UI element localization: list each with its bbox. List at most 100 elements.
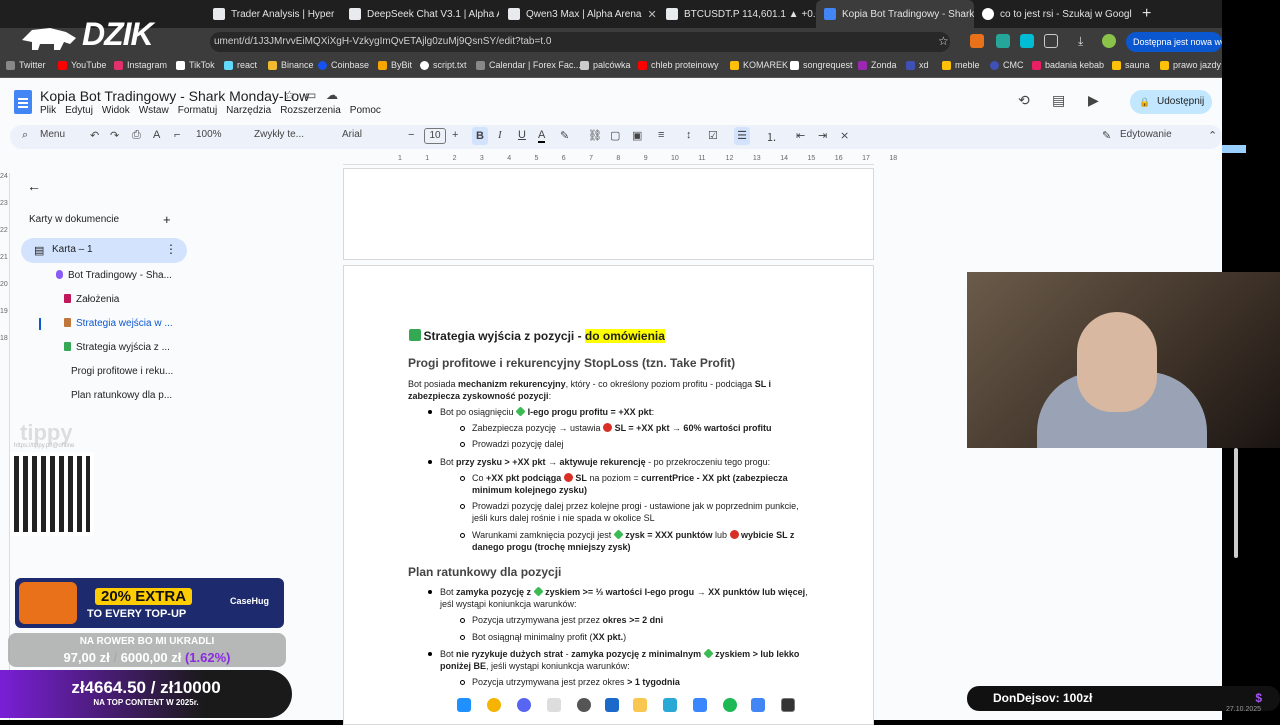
close-tab-icon[interactable]: ✕	[647, 8, 656, 21]
horizontal-ruler[interactable]: 1 1 2 3 4 5 6 7 8 9 10 11 12 13 14 15 16 17 18	[343, 155, 897, 165]
line-spacing-icon[interactable]: ↕	[686, 129, 692, 141]
collapse-toolbar-icon[interactable]: ⌃	[1208, 129, 1217, 142]
bookmark-item[interactable]: Twitter	[6, 60, 46, 70]
menu-extensions[interactable]: Rozszerzenia	[280, 105, 341, 116]
search-icon[interactable]: ⌕	[22, 129, 28, 142]
spotify-icon[interactable]	[723, 698, 737, 712]
bold-icon[interactable]: B	[472, 127, 488, 145]
menu-view[interactable]: Widok	[102, 105, 130, 116]
obs-icon[interactable]	[577, 698, 591, 712]
clear-format-icon[interactable]: ⨯	[840, 129, 849, 142]
browser-tab[interactable]: BTCUSDT.P 114,601.1 ▲ +0.08%✕	[658, 0, 816, 28]
browser-tab[interactable]: Qwen3 Max | Alpha Arena ✕	[500, 0, 658, 28]
browser-tab[interactable]: DeepSeek Chat V3.1 | Alpha Ar✕	[341, 0, 499, 28]
increase-font-icon[interactable]: +	[452, 129, 458, 141]
comment-icon[interactable]: ▢	[610, 129, 620, 142]
tab-options-icon[interactable]: ⋮	[165, 242, 177, 256]
star-icon[interactable]: ☆	[284, 88, 295, 102]
style-select[interactable]: Zwykły te...	[254, 129, 304, 140]
menu-insert[interactable]: Wstaw	[139, 105, 169, 116]
highlight-icon[interactable]: ✎	[560, 129, 569, 142]
docs-logo-icon[interactable]	[14, 90, 32, 114]
move-folder-icon[interactable]: ▭	[305, 88, 316, 102]
file-explorer-icon[interactable]	[633, 698, 647, 712]
app-icon[interactable]	[547, 698, 561, 712]
extensions-puzzle-icon[interactable]	[1044, 34, 1058, 48]
document-page[interactable]: Strategia wyjścia z pozycji - do omówien…	[343, 265, 874, 725]
browser-tab-active[interactable]: Kopia Bot Tradingowy - Shark M✕	[816, 0, 974, 28]
bookmark-item[interactable]: chleb proteinowy	[638, 60, 719, 70]
extension-icon[interactable]	[970, 34, 984, 48]
zoom-select[interactable]: 100%	[196, 129, 222, 140]
update-browser-button[interactable]: Dostępna jest nowa wersja	[1126, 32, 1222, 52]
menu-format[interactable]: Formatuj	[178, 105, 217, 116]
bookmark-star-icon[interactable]: ☆	[938, 34, 949, 48]
bookmark-item[interactable]: meble	[942, 60, 980, 70]
text-color-icon[interactable]: A	[538, 129, 546, 143]
outline-item[interactable]: Strategia wejścia w ...	[64, 318, 173, 329]
bookmark-item[interactable]: Calendar | Forex Fac...	[476, 60, 581, 70]
menu-search-input[interactable]: Menu	[40, 129, 65, 140]
link-icon[interactable]: ⛓	[588, 129, 602, 142]
windows-start-icon[interactable]	[457, 698, 471, 712]
bookmark-item[interactable]: sauna	[1112, 60, 1150, 70]
new-tab-icon[interactable]: +	[1134, 0, 1154, 28]
bookmark-item[interactable]: react	[224, 60, 257, 70]
font-select[interactable]: Arial	[342, 129, 362, 140]
redo-icon[interactable]: ↷	[110, 129, 119, 142]
bookmark-item[interactable]: badania kebab	[1032, 60, 1104, 70]
docs-app-icon[interactable]	[751, 698, 765, 712]
terminal-icon[interactable]	[781, 698, 795, 712]
discord-icon[interactable]	[517, 698, 531, 712]
app-icon[interactable]	[693, 698, 707, 712]
bookmark-item[interactable]: xd	[906, 60, 929, 70]
outline-item[interactable]: Założenia	[64, 294, 119, 305]
tab-karta-1[interactable]: ▤ Karta – 1 ⋮	[21, 238, 187, 263]
font-size-input[interactable]: 10	[424, 128, 446, 144]
app-icon[interactable]	[809, 698, 823, 712]
decrease-font-icon[interactable]: −	[408, 129, 414, 141]
editing-mode-select[interactable]: Edytowanie	[1120, 129, 1172, 140]
bookmark-item[interactable]: CMC	[990, 60, 1024, 70]
image-icon[interactable]: ▣	[632, 129, 642, 142]
align-icon[interactable]: ≡	[658, 129, 664, 141]
share-button[interactable]: Udostępnij	[1130, 90, 1212, 114]
bookmark-item[interactable]: script.txt	[420, 60, 467, 70]
chrome-icon[interactable]	[487, 698, 501, 712]
extension-icon[interactable]	[1020, 34, 1034, 48]
outline-item[interactable]: Strategia wyjścia z ...	[64, 342, 170, 353]
bookmark-item[interactable]: TikTok	[176, 60, 215, 70]
italic-icon[interactable]: I	[498, 129, 502, 141]
bookmark-item[interactable]: prawo jazdy	[1160, 60, 1221, 70]
steam-icon[interactable]	[605, 698, 619, 712]
menu-file[interactable]: Plik	[40, 105, 56, 116]
bookmark-item[interactable]: songrequest	[790, 60, 853, 70]
print-icon[interactable]: ⎙	[132, 129, 141, 142]
document-title[interactable]: Kopia Bot Tradingowy - Shark Monday-Low	[40, 88, 309, 104]
outline-item[interactable]: Bot Tradingowy - Sha...	[56, 270, 172, 281]
bulleted-list-icon[interactable]: ☰	[734, 127, 750, 145]
outline-item[interactable]: Progi profitowe i reku...	[71, 366, 173, 377]
menu-tools[interactable]: Narzędzia	[226, 105, 271, 116]
bookmark-item[interactable]: Instagram	[114, 60, 167, 70]
spellcheck-icon[interactable]: A	[153, 129, 160, 141]
comments-icon[interactable]: ▤	[1052, 92, 1065, 109]
back-arrow-icon[interactable]: ←	[27, 178, 41, 194]
bookmark-item[interactable]: KOMAREK	[730, 60, 788, 70]
browser-tab[interactable]: Trader Analysis | HyperDash✕	[205, 0, 335, 28]
add-tab-icon[interactable]: +	[163, 212, 171, 227]
document-page[interactable]	[343, 168, 874, 260]
bookmark-item[interactable]: Zonda	[858, 60, 897, 70]
bookmark-item[interactable]: palcówka	[580, 60, 631, 70]
checklist-icon[interactable]: ☑	[708, 129, 718, 142]
url-input[interactable]: ument/d/1J3JMrvvEiMQXiXgH-VzkygImQvETAjl…	[210, 32, 950, 52]
download-icon[interactable]: ⤓	[1078, 34, 1083, 49]
undo-icon[interactable]: ↶	[90, 129, 99, 142]
browser-tab[interactable]: co to jest rsi - Szukaj w Google✕	[974, 0, 1132, 28]
document-scrollbar[interactable]	[1234, 448, 1238, 558]
extension-icon[interactable]	[996, 34, 1010, 48]
app-icon[interactable]	[663, 698, 677, 712]
profile-avatar[interactable]	[1102, 34, 1116, 48]
bookmark-item[interactable]: ByBit	[378, 60, 412, 70]
increase-indent-icon[interactable]: ⇥	[818, 129, 827, 142]
